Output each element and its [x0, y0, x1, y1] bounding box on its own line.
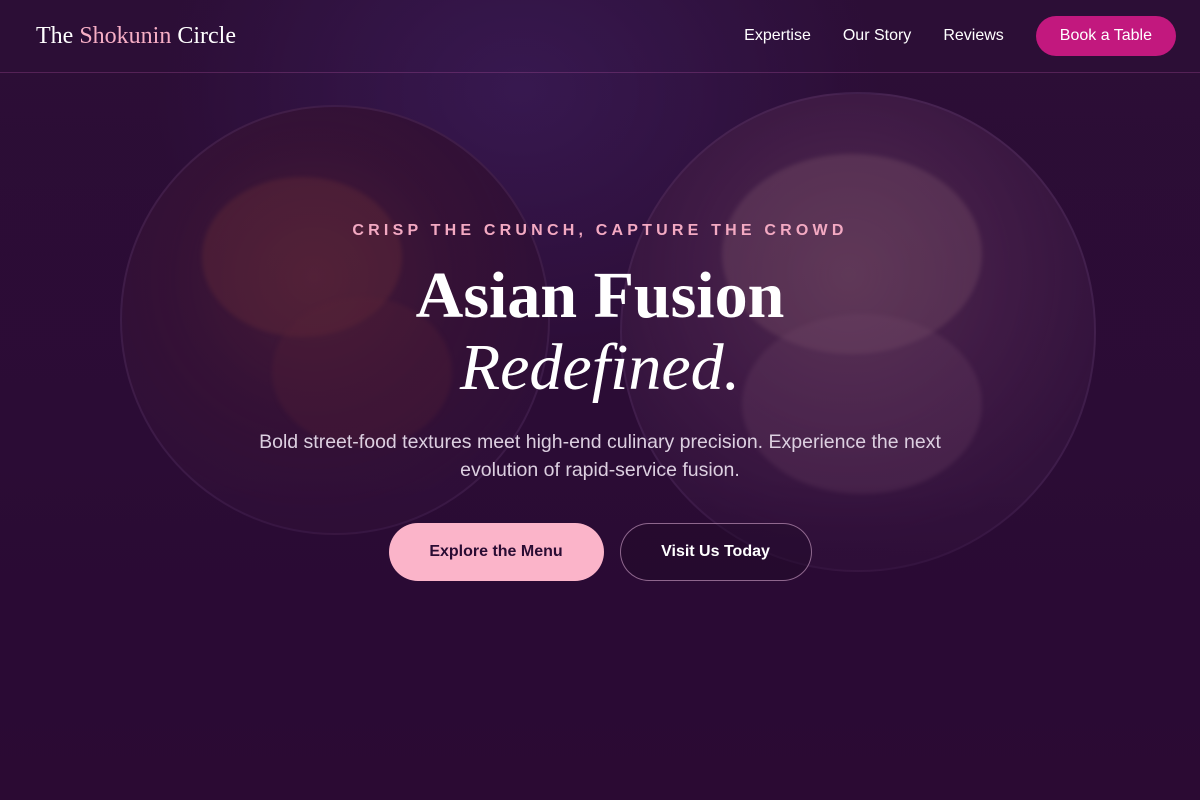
hero-cta-row: Explore the Menu Visit Us Today [0, 523, 1200, 581]
visit-us-button[interactable]: Visit Us Today [619, 523, 812, 581]
nav-link-expertise[interactable]: Expertise [744, 27, 811, 45]
explore-menu-button[interactable]: Explore the Menu [388, 523, 604, 581]
brand-suffix: Circle [171, 22, 236, 49]
nav-links: Expertise Our Story Reviews Book a Table [744, 16, 1176, 56]
hero-eyebrow: CRISP THE CRUNCH, CAPTURE THE CROWD [352, 222, 848, 239]
top-navbar: The Shokunin Circle Expertise Our Story … [0, 0, 1200, 73]
hero-subtitle: Bold street-food textures meet high-end … [259, 431, 941, 481]
nav-link-reviews[interactable]: Reviews [943, 27, 1003, 45]
hero-section: CRISP THE CRUNCH, CAPTURE THE CROWD Asia… [0, 0, 1200, 800]
brand-logo[interactable]: The Shokunin Circle [36, 23, 236, 50]
brand-prefix: The [36, 22, 80, 49]
brand-accent: Shokunin [79, 22, 172, 49]
nav-link-our-story[interactable]: Our Story [843, 27, 911, 45]
hero-headline: Asian Fusion [415, 259, 785, 332]
book-table-button[interactable]: Book a Table [1035, 16, 1176, 56]
hero-headline-italic: Redefined. [459, 331, 741, 404]
